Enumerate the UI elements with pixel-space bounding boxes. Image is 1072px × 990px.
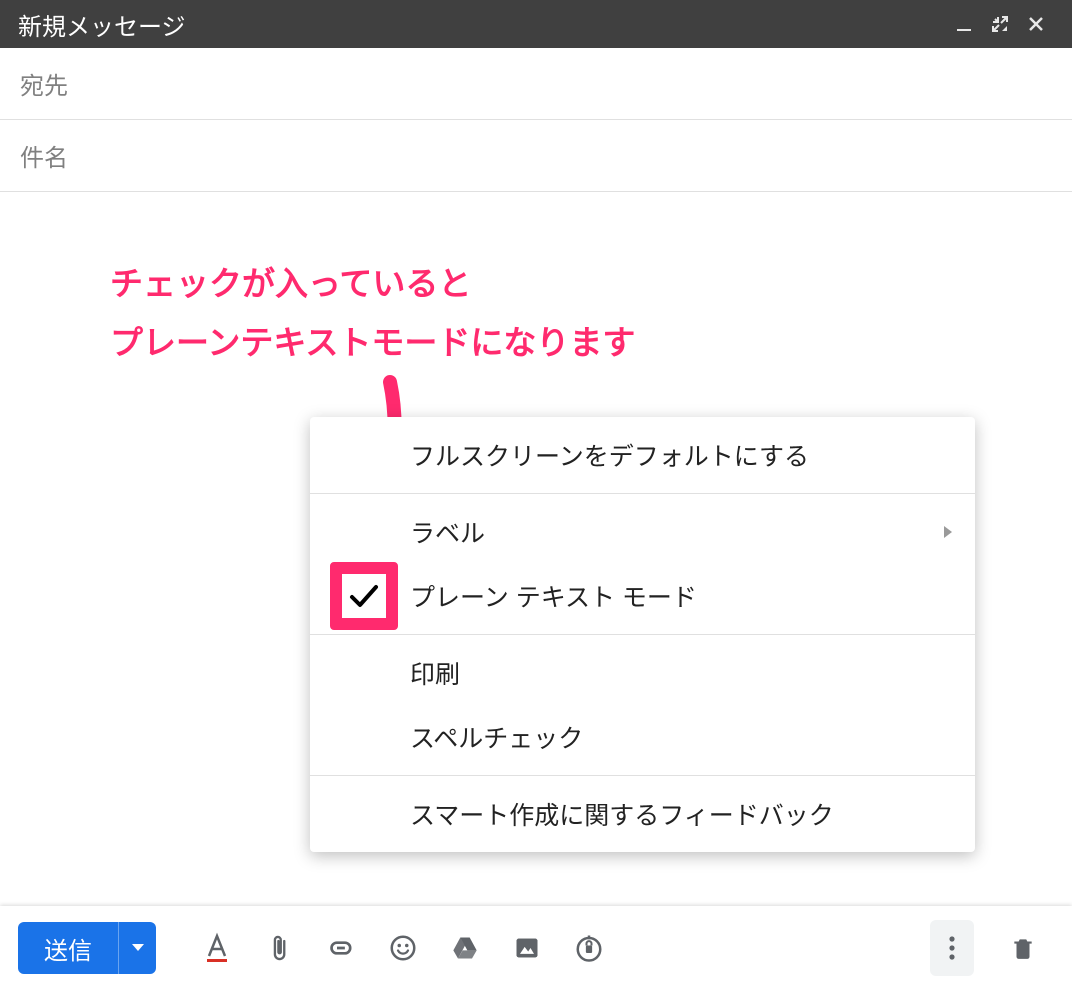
more-options-menu: フルスクリーンをデフォルトにする ラベル プレーン テキスト モード bbox=[310, 417, 975, 852]
menu-item-smart-compose-feedback[interactable]: スマート作成に関するフィードバック bbox=[310, 782, 975, 846]
compose-toolbar: 送信 bbox=[0, 906, 1072, 990]
annotation-line2: プレーンテキストモードになります bbox=[110, 313, 635, 372]
menu-item-label: 印刷 bbox=[410, 655, 460, 691]
send-dropdown-button[interactable] bbox=[118, 922, 156, 974]
minimize-icon[interactable] bbox=[946, 15, 982, 33]
more-options-button[interactable] bbox=[930, 920, 974, 976]
send-button-group: 送信 bbox=[18, 922, 156, 974]
fullscreen-icon[interactable] bbox=[982, 14, 1018, 34]
discard-draft-icon[interactable] bbox=[998, 923, 1048, 973]
compose-titlebar: 新規メッセージ bbox=[0, 0, 1072, 48]
to-field[interactable]: 宛先 bbox=[0, 48, 1072, 120]
menu-item-label: スマート作成に関するフィードバック bbox=[410, 796, 834, 832]
insert-emoji-icon[interactable] bbox=[378, 923, 428, 973]
more-vert-icon bbox=[948, 934, 956, 962]
attach-file-icon[interactable] bbox=[254, 923, 304, 973]
menu-item-label: ラベル bbox=[410, 514, 485, 550]
subject-field[interactable]: 件名 bbox=[0, 120, 1072, 192]
menu-item-label: フルスクリーンをデフォルトにする bbox=[410, 437, 809, 473]
checkmark-icon bbox=[346, 578, 382, 614]
window-title: 新規メッセージ bbox=[18, 7, 186, 42]
insert-image-icon[interactable] bbox=[502, 923, 552, 973]
chevron-right-icon bbox=[941, 518, 955, 547]
menu-item-label: プレーン テキスト モード bbox=[410, 578, 697, 614]
menu-item-label: スペルチェック bbox=[410, 719, 583, 755]
format-text-icon[interactable] bbox=[192, 923, 242, 973]
annotation-callout: チェックが入っていると プレーンテキストモードになります bbox=[110, 254, 635, 373]
menu-item-print[interactable]: 印刷 bbox=[310, 641, 975, 705]
compose-body[interactable]: チェックが入っていると プレーンテキストモードになります フルスクリーンをデフォ… bbox=[0, 192, 1072, 892]
to-placeholder: 宛先 bbox=[20, 73, 68, 100]
confidential-mode-icon[interactable] bbox=[564, 923, 614, 973]
google-drive-icon[interactable] bbox=[440, 923, 490, 973]
menu-item-fullscreen-default[interactable]: フルスクリーンをデフォルトにする bbox=[310, 423, 975, 487]
send-button-label: 送信 bbox=[44, 931, 92, 966]
close-icon[interactable] bbox=[1018, 15, 1054, 33]
send-button[interactable]: 送信 bbox=[18, 922, 118, 974]
insert-link-icon[interactable] bbox=[316, 923, 366, 973]
annotation-line1: チェックが入っていると bbox=[110, 254, 635, 313]
chevron-down-icon bbox=[132, 944, 144, 952]
menu-item-spell-check[interactable]: スペルチェック bbox=[310, 705, 975, 769]
subject-placeholder: 件名 bbox=[20, 145, 68, 172]
menu-item-plain-text-mode[interactable]: プレーン テキスト モード bbox=[310, 564, 975, 628]
menu-item-label-submenu[interactable]: ラベル bbox=[310, 500, 975, 564]
checkmark-highlight bbox=[330, 562, 398, 630]
